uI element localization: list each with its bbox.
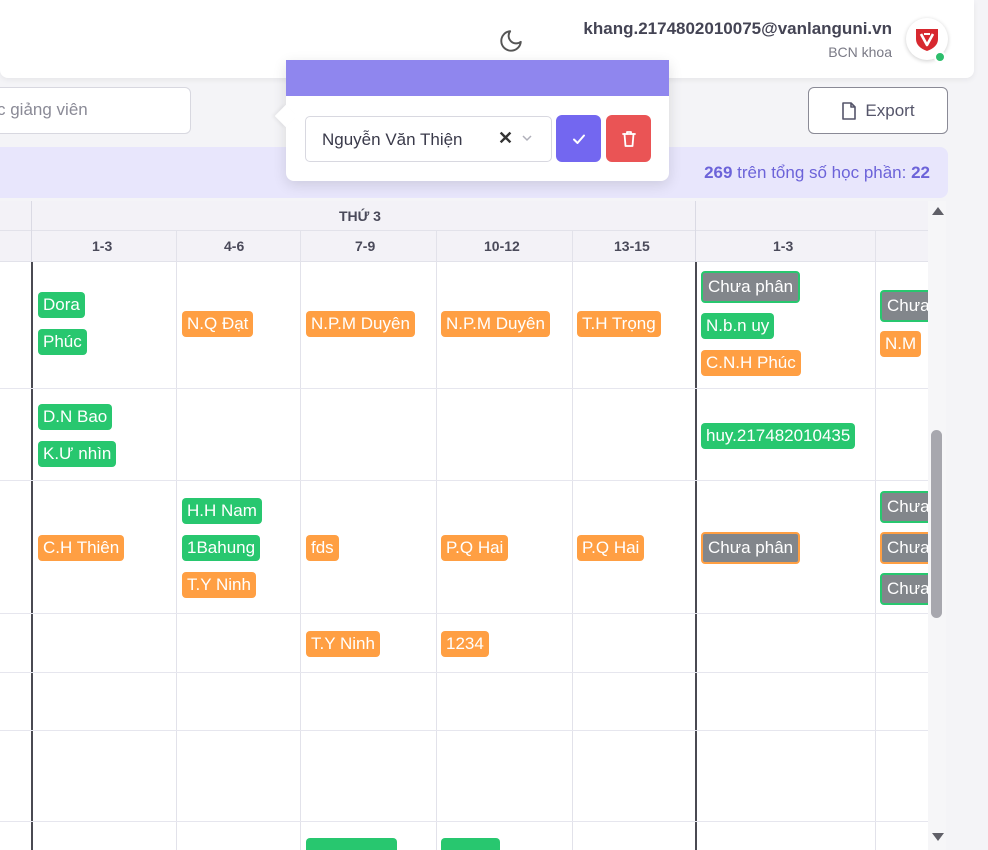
chevron-down-icon[interactable] [520,131,534,145]
column-divider [31,201,32,262]
lecturer-tag[interactable]: K.Ư nhìn [38,441,117,467]
unassigned-tag[interactable]: Chưa phân [701,271,801,303]
trash-icon [621,130,636,147]
slot-label: 13-15 [614,238,650,254]
delete-button[interactable] [606,115,651,162]
export-label: Export [865,100,915,120]
row-divider [0,730,928,731]
lecturer-tag[interactable]: D.N Bao [38,404,113,430]
column-divider [300,231,301,850]
stats-middle: trên tổng số học phần: [732,163,912,182]
unassigned-tag[interactable]: Chưa [880,491,928,523]
schedule-grid: THỨ 3 1-3 4-6 7-9 10-12 13-15 1-3 Dora P… [0,201,928,850]
lecturer-tag[interactable]: 1234 [441,631,489,657]
slot-label: 10-12 [484,238,520,254]
column-divider [695,201,696,262]
check-icon [572,134,585,144]
slot-label: 7-9 [355,238,376,254]
row-divider [0,613,928,614]
online-status-dot [934,51,946,63]
unassigned-tag[interactable]: Chưa phân [701,532,801,564]
assign-lecturer-popover: Nguyễn Văn Thiện ✕ [274,60,669,181]
lecturer-tag[interactable]: P.Q Hai [441,535,509,561]
lecturer-tag[interactable]: fds [306,535,339,561]
popover-arrow [274,104,298,128]
column-divider [572,231,573,850]
lecturer-tag[interactable]: C.H Thiên [38,535,125,561]
user-email: khang.2174802010075@vanlanguni.vn [583,19,892,38]
lecturer-tag[interactable]: T.Y Ninh [182,572,256,598]
lecturer-search-input[interactable]: c giảng viên [0,87,191,134]
lecturer-tag[interactable]: P.Q Hai [577,535,645,561]
lecturer-tag[interactable]: N.M [880,331,922,357]
day-divider [695,262,697,850]
column-divider [176,231,177,850]
row-divider [0,480,928,481]
slot-label: 1-3 [92,238,113,254]
lecturer-tag[interactable] [306,838,397,850]
lecturer-tag[interactable]: N.P.M Duyên [441,311,550,337]
vertical-scrollbar[interactable] [928,201,946,850]
slot-header-row: 1-3 4-6 7-9 10-12 13-15 1-3 [0,231,928,262]
row-divider [0,821,928,822]
lecturer-select[interactable]: Nguyễn Văn Thiện ✕ [305,116,552,162]
lecturer-tag[interactable]: C.N.H Phúc [701,350,801,376]
lecturer-tag[interactable]: N.P.M Duyên [306,311,415,337]
selected-lecturer: Nguyễn Văn Thiện [322,130,463,149]
slot-label: 4-6 [224,238,245,254]
lecturer-tag[interactable] [441,838,500,850]
lecturer-tag[interactable]: N.Q Đạt [182,311,254,337]
lecturer-tag[interactable]: H.H Nam [182,498,262,524]
clear-icon[interactable]: ✕ [498,128,513,149]
scroll-up-icon[interactable] [932,207,944,215]
stats-text: 269 trên tổng số học phần: 22 [704,163,930,183]
lecturer-tag[interactable]: T.Y Ninh [306,631,380,657]
row-divider [0,672,928,673]
user-role: BCN khoa [828,44,892,60]
unassigned-tag[interactable]: Chưa [880,573,928,605]
row-divider [0,388,928,389]
column-divider [875,231,876,850]
confirm-button[interactable] [556,115,601,162]
scroll-down-icon[interactable] [932,833,944,841]
day-divider [31,262,33,850]
file-icon [842,101,857,120]
unassigned-tag[interactable]: Chưa [880,532,928,564]
assigned-count: 269 [704,163,733,182]
total-count: 22 [911,163,930,182]
lecturer-tag[interactable]: Phúc [38,329,87,355]
scroll-thumb[interactable] [931,430,942,618]
lecturer-tag[interactable]: Dora [38,292,85,318]
unassigned-tag[interactable]: Chưa [880,290,928,322]
lecturer-tag[interactable]: 1Bahung [182,535,261,561]
day-label: THỨ 3 [339,208,381,224]
slot-label: 1-3 [773,238,794,254]
column-divider [436,231,437,850]
lecturer-tag[interactable]: N.b.n uy [701,313,775,339]
lecturer-tag[interactable]: huy.217482010435 [701,423,856,449]
day-header-row: THỨ 3 [0,201,928,231]
lecturer-tag[interactable]: T.H Trọng [577,311,661,337]
export-button[interactable]: Export [808,87,948,134]
popover-header [286,60,669,96]
moon-icon[interactable] [498,28,524,54]
